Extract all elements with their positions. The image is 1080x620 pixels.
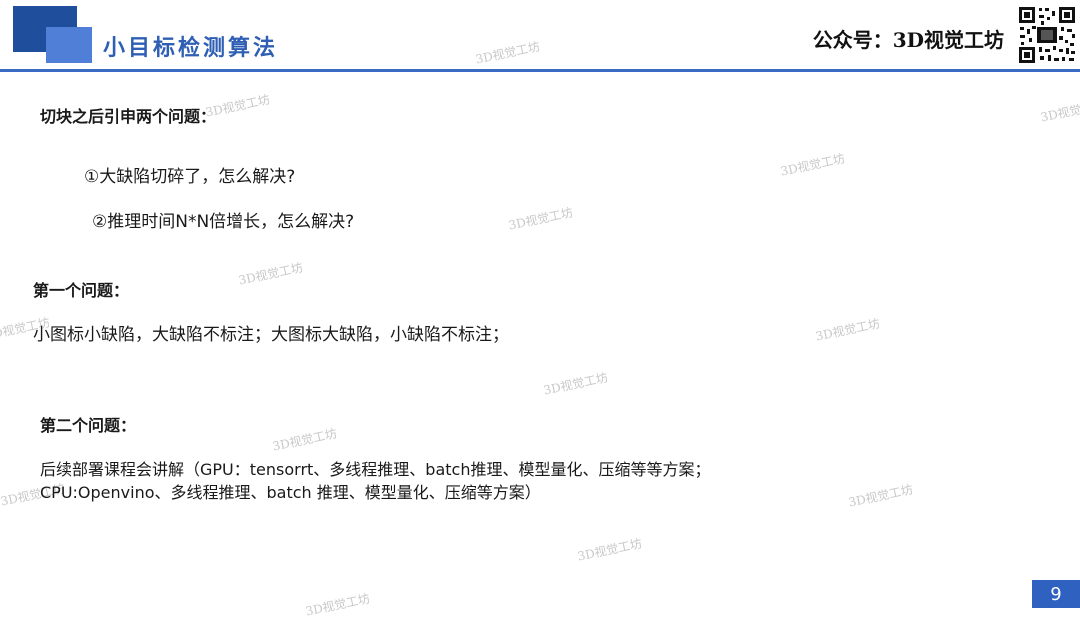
- q2-line-1: 后续部署课程会讲解（GPU：tensorrt、多线程推理、batch推理、模型量…: [40, 460, 711, 479]
- watermark: 3D视觉工坊: [779, 151, 847, 179]
- watermark: 3D视觉工坊: [271, 426, 339, 454]
- header-divider: [0, 69, 1080, 72]
- q2-line-2: CPU:Openvino、多线程推理、batch 推理、模型量化、压缩等方案）: [40, 483, 541, 502]
- intro-heading: 切块之后引申两个问题：: [40, 107, 217, 126]
- watermark: 3D视觉工坊: [507, 205, 575, 233]
- q2-heading: 第二个问题：: [40, 416, 137, 435]
- qr-code-icon: [1017, 5, 1077, 65]
- page-number: 9: [1032, 580, 1080, 608]
- issue-item-2: ②推理时间N*N倍增长，怎么解决?: [92, 212, 355, 232]
- watermark: 3D视觉工坊: [237, 260, 305, 288]
- channel-name: 公众号：3D视觉工坊: [812, 28, 1004, 52]
- q1-heading: 第一个问题：: [33, 281, 130, 300]
- watermark: 3D视觉工坊: [814, 316, 882, 344]
- watermark: 3D视觉工坊: [1039, 97, 1080, 125]
- watermark: 3D视觉工坊: [542, 370, 610, 398]
- slide-title: 小目标检测算法: [103, 35, 279, 61]
- watermark: 3D视觉工坊: [474, 39, 542, 67]
- issue-item-1: ①大缺陷切碎了，怎么解决?: [84, 167, 296, 187]
- watermark: 3D视觉工坊: [304, 591, 372, 619]
- watermark: 3D视觉工坊: [576, 536, 644, 564]
- q1-body: 小图标小缺陷，大缺陷不标注；大图标大缺陷，小缺陷不标注；: [33, 325, 509, 345]
- watermark: 3D视觉工坊: [847, 482, 915, 510]
- logo-block-light: [46, 27, 92, 63]
